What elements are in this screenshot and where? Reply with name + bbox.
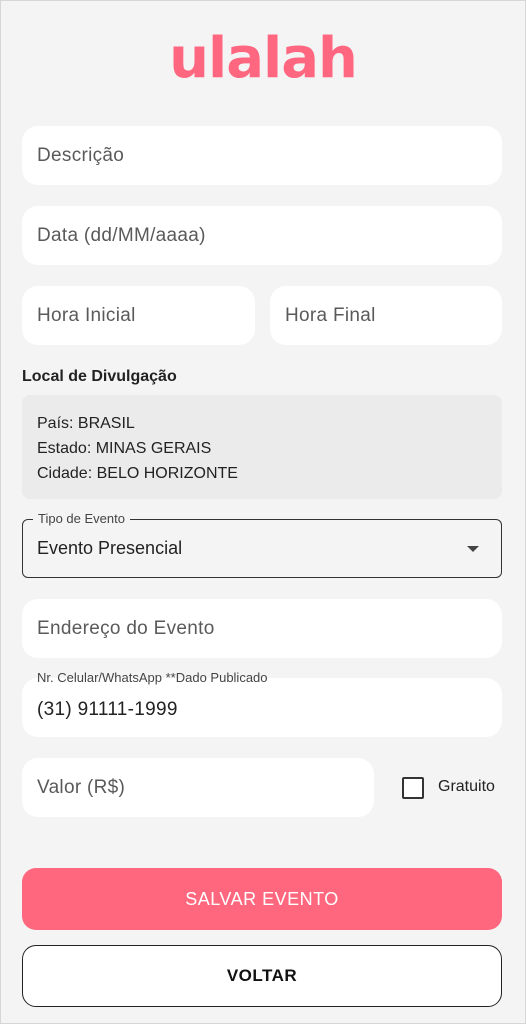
end-time-placeholder: Hora Final	[285, 304, 376, 326]
description-placeholder: Descrição	[37, 144, 125, 166]
phone-label: Nr. Celular/WhatsApp **Dado Publicado	[37, 670, 268, 685]
location-state: Estado: MINAS GERAIS	[37, 440, 212, 457]
app-logo: ulalah	[169, 26, 358, 91]
location-info: País: BRASIL Estado: MINAS GERAIS Cidade…	[22, 395, 502, 499]
location-section-label: Local de Divulgação	[22, 368, 177, 385]
date-input[interactable]: Data (dd/MM/aaaa)	[22, 206, 502, 265]
free-checkbox-label[interactable]: Gratuito	[438, 778, 495, 796]
event-type-label: Tipo de Evento	[33, 510, 130, 528]
description-input[interactable]: Descrição	[22, 126, 502, 185]
event-type-select[interactable]: Tipo de Evento Evento Presencial	[22, 510, 502, 578]
address-input[interactable]: Endereço do Evento	[22, 599, 502, 658]
end-time-input[interactable]: Hora Final	[270, 286, 502, 345]
location-city: Cidade: BELO HORIZONTE	[37, 465, 238, 482]
address-placeholder: Endereço do Evento	[37, 617, 215, 639]
phone-input[interactable]: (31) 91111-1999	[22, 678, 502, 737]
event-type-value: Evento Presencial	[37, 538, 183, 558]
free-checkbox[interactable]	[402, 777, 424, 799]
start-time-placeholder: Hora Inicial	[37, 304, 136, 326]
save-event-button[interactable]: SALVAR EVENTO	[22, 868, 502, 930]
price-input[interactable]: Valor (R$)	[22, 758, 374, 817]
start-time-input[interactable]: Hora Inicial	[22, 286, 255, 345]
phone-value: (31) 91111-1999	[37, 698, 178, 720]
location-country: País: BRASIL	[37, 415, 135, 432]
back-button[interactable]: VOLTAR	[22, 945, 502, 1007]
date-placeholder: Data (dd/MM/aaaa)	[37, 224, 206, 246]
chevron-down-icon[interactable]	[467, 546, 479, 552]
price-placeholder: Valor (R$)	[37, 776, 126, 798]
